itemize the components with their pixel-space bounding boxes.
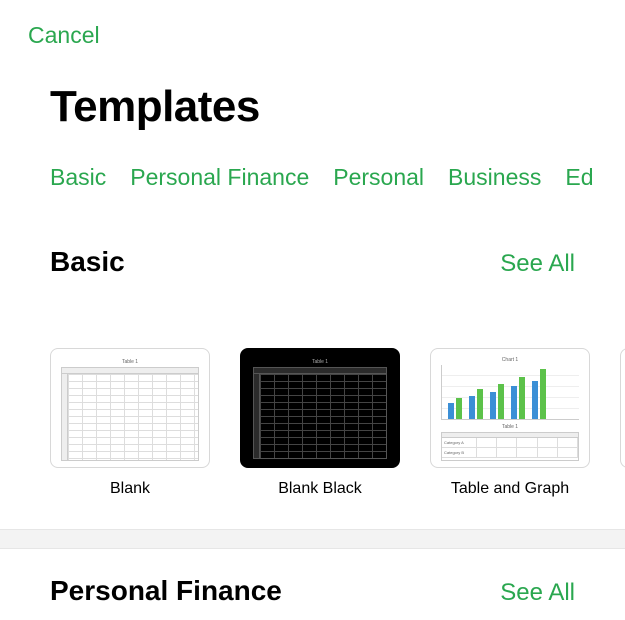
mini-chart xyxy=(441,365,579,420)
see-all-personal-finance[interactable]: See All xyxy=(500,579,575,607)
thumb-caption: Table 1 xyxy=(253,359,387,365)
mini-table: Category A Category B xyxy=(441,432,579,461)
see-all-basic[interactable]: See All xyxy=(500,250,575,278)
template-thumbnail: Pivot T Source Pivot xyxy=(620,348,625,468)
section-header-basic: Basic See All xyxy=(50,246,575,278)
mini-grid xyxy=(61,367,199,461)
template-blank[interactable]: Table 1 Blank xyxy=(50,348,210,518)
thumb-caption: Chart 1 xyxy=(441,357,579,363)
template-thumbnail: Chart 1 Table 1 Category A Category xyxy=(430,348,590,468)
basic-template-row[interactable]: Table 1 Blank Table 1 xyxy=(50,348,625,518)
template-label: Blank xyxy=(50,480,210,498)
cat-label: Category A xyxy=(442,438,477,447)
category-tab-education[interactable]: Ed xyxy=(565,164,593,191)
template-thumbnail: Table 1 xyxy=(240,348,400,468)
category-tab-personal-finance[interactable]: Personal Finance xyxy=(130,164,309,191)
template-label: Table and Graph xyxy=(430,480,590,498)
page-title: Templates xyxy=(50,82,260,132)
mini-grid xyxy=(253,367,387,459)
thumb-caption: Table 1 xyxy=(61,359,199,365)
cancel-button[interactable]: Cancel xyxy=(28,22,100,49)
category-tab-personal[interactable]: Personal xyxy=(333,164,424,191)
category-tabs: Basic Personal Finance Personal Business… xyxy=(50,164,625,191)
section-title-basic: Basic xyxy=(50,246,125,278)
template-pivot[interactable]: Pivot T Source Pivot Piv xyxy=(620,348,625,518)
template-label: Blank Black xyxy=(240,480,400,498)
template-label: Piv xyxy=(620,480,625,498)
cat-label: Category B xyxy=(442,448,477,457)
section-title-personal-finance: Personal Finance xyxy=(50,575,282,607)
template-table-and-graph[interactable]: Chart 1 Table 1 Category A Category xyxy=(430,348,590,518)
thumb-caption: Table 1 xyxy=(441,424,579,430)
template-blank-black[interactable]: Table 1 Blank Black xyxy=(240,348,400,518)
section-header-personal-finance: Personal Finance See All xyxy=(50,575,575,607)
section-divider xyxy=(0,529,625,549)
category-tab-basic[interactable]: Basic xyxy=(50,164,106,191)
template-thumbnail: Table 1 xyxy=(50,348,210,468)
category-tab-business[interactable]: Business xyxy=(448,164,541,191)
template-chooser: Cancel Templates Basic Personal Finance … xyxy=(0,0,625,620)
